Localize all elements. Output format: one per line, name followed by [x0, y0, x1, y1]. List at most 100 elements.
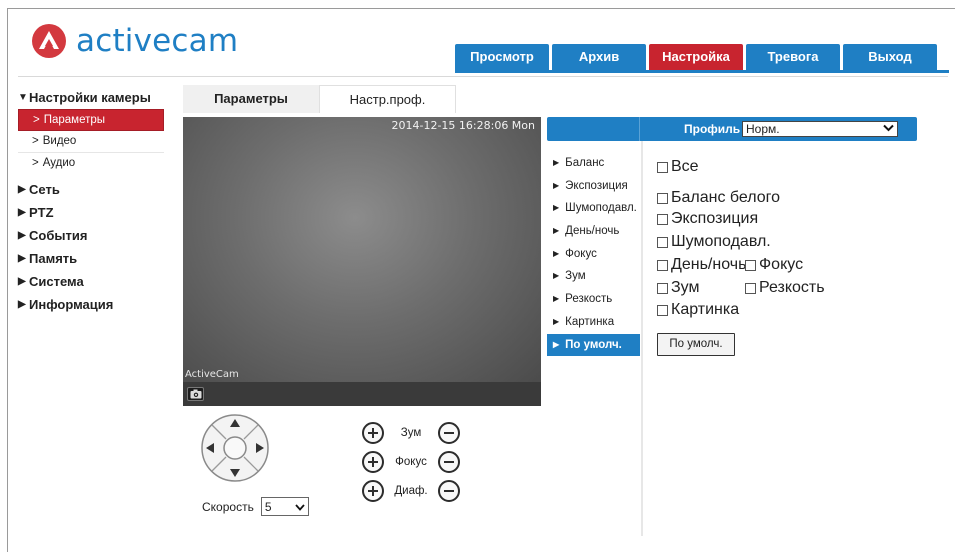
- sidebar-system[interactable]: ▶ Система: [18, 270, 168, 293]
- zoom-minus-button[interactable]: [438, 422, 460, 444]
- focus-row: Фокус: [362, 450, 472, 474]
- sidebar-item-label: Видео: [42, 135, 77, 147]
- caret-right-icon: ▶: [18, 299, 26, 310]
- menu-item-picture[interactable]: ▶ Картинка: [547, 311, 640, 334]
- profile-value: Норм.: [746, 122, 780, 136]
- menu-item-noise[interactable]: ▶ Шумоподавл.: [547, 197, 640, 220]
- bullet-icon: ▶: [553, 248, 560, 258]
- sidebar-group-label: Информация: [29, 297, 114, 312]
- bullet-icon: ▶: [553, 226, 560, 236]
- speed-select[interactable]: 5: [260, 497, 309, 516]
- zoom-plus-button[interactable]: [362, 422, 384, 444]
- checkbox-daynight[interactable]: День/ночь: [657, 256, 746, 274]
- checkbox-sharpness[interactable]: Резкость: [745, 279, 825, 297]
- speed-value: 5: [264, 499, 272, 514]
- checkbox-focus[interactable]: Фокус: [745, 256, 803, 274]
- sidebar-group-label: События: [29, 228, 88, 243]
- activecam-logo-icon: [32, 24, 66, 58]
- checkbox-label: Экспозиция: [671, 210, 759, 227]
- menu-item-label: Шумоподавл.: [565, 202, 637, 215]
- checkbox-noise[interactable]: Шумоподавл.: [657, 233, 771, 251]
- sidebar-storage[interactable]: ▶ Память: [18, 247, 168, 270]
- menu-item-label: День/ночь: [565, 225, 620, 238]
- image-settings-menu: ▶ Баланс ▶ Экспозиция ▶ Шумоподавл. ▶ День/н…: [547, 152, 640, 357]
- lens-controls: Зум Фокус Диаф.: [362, 421, 472, 508]
- checkbox-exposure[interactable]: Экспозиция: [657, 210, 758, 228]
- checkbox-label: Резкость: [759, 279, 825, 296]
- video-timestamp: 2014-12-15 16:28:06 Mon: [391, 119, 535, 132]
- tab-parameters[interactable]: Параметры: [183, 85, 319, 113]
- sidebar-ptz[interactable]: ▶ PTZ: [18, 201, 168, 224]
- menu-item-label: Картинка: [565, 315, 615, 328]
- tab-archive[interactable]: Архив: [552, 44, 646, 70]
- menu-item-daynight[interactable]: ▶ День/ночь: [547, 220, 640, 243]
- checkbox-box[interactable]: [657, 192, 668, 204]
- tab-settings[interactable]: Настройка: [649, 44, 743, 70]
- brand-logo: activecam: [32, 23, 238, 59]
- subtabs: Параметры Настр.проф.: [183, 85, 456, 113]
- menu-item-balance[interactable]: ▶ Баланс: [547, 152, 640, 175]
- menu-item-exposure[interactable]: ▶ Экспозиция: [547, 175, 640, 198]
- sidebar-camera-settings[interactable]: ▼ Настройки камеры: [18, 86, 168, 109]
- sidebar-item-label: Аудио: [42, 157, 76, 169]
- checkbox-box[interactable]: [657, 213, 668, 225]
- tab-profile-settings[interactable]: Настр.проф.: [319, 85, 456, 113]
- menu-item-label: Резкость: [565, 293, 613, 306]
- sidebar-item-video[interactable]: > Видео: [18, 131, 164, 153]
- checkbox-box[interactable]: [657, 304, 668, 316]
- menu-item-focus[interactable]: ▶ Фокус: [547, 243, 640, 266]
- chevron-down-icon: [295, 500, 305, 514]
- checkbox-box[interactable]: [657, 236, 668, 248]
- bullet-icon: ▶: [553, 271, 560, 281]
- checkbox-picture[interactable]: Картинка: [657, 301, 739, 319]
- sidebar-info[interactable]: ▶ Информация: [18, 293, 168, 316]
- brand-name: activecam: [76, 23, 239, 59]
- checkbox-label: Фокус: [759, 256, 804, 273]
- video-watermark: ActiveCam: [185, 369, 239, 380]
- sidebar-group-label: Сеть: [29, 182, 60, 197]
- ptz-control-pad[interactable]: [200, 413, 270, 483]
- tab-logout[interactable]: Выход: [843, 44, 937, 70]
- checkbox-box[interactable]: [745, 282, 756, 294]
- sidebar-network[interactable]: ▶ Сеть: [18, 178, 168, 201]
- bullet-icon: ▶: [553, 203, 560, 213]
- focus-minus-button[interactable]: [438, 451, 460, 473]
- camera-snapshot-icon[interactable]: [187, 387, 204, 401]
- zoom-label: Зум: [400, 427, 422, 439]
- profile-select[interactable]: Норм.: [742, 121, 898, 137]
- image-settings-header: Профиль Норм.: [547, 117, 917, 141]
- sidebar: ▼ Настройки камеры > Параметры > Видео > Ау…: [18, 86, 168, 316]
- sidebar-group-label: Память: [29, 251, 78, 266]
- menu-item-sharpness[interactable]: ▶ Резкость: [547, 288, 640, 311]
- focus-plus-button[interactable]: [362, 451, 384, 473]
- sidebar-item-parameters[interactable]: > Параметры: [18, 109, 164, 131]
- panel-divider: [641, 141, 643, 536]
- bullet-icon: ▶: [553, 180, 560, 190]
- sidebar-camera-settings-label: Настройки камеры: [29, 90, 151, 105]
- checkbox-box[interactable]: [657, 282, 668, 294]
- restore-defaults-button[interactable]: По умолч.: [657, 333, 735, 356]
- caret-down-icon: ▼: [18, 92, 28, 103]
- menu-item-zoom[interactable]: ▶ Зум: [547, 265, 640, 288]
- tab-preview[interactable]: Просмотр: [455, 44, 549, 70]
- checkbox-label: Картинка: [671, 301, 740, 318]
- checkbox-box[interactable]: [657, 259, 668, 271]
- sidebar-events[interactable]: ▶ События: [18, 224, 168, 247]
- menu-item-label: Фокус: [565, 247, 597, 260]
- checkbox-box[interactable]: [657, 161, 668, 173]
- sidebar-item-audio[interactable]: > Аудио: [18, 153, 164, 175]
- chevron-right-icon: >: [32, 135, 39, 147]
- iris-row: Диаф.: [362, 479, 472, 503]
- checkbox-box[interactable]: [745, 259, 756, 271]
- iris-label: Диаф.: [394, 485, 428, 497]
- checkbox-label: Зум: [671, 279, 700, 296]
- checkbox-all[interactable]: Все: [657, 158, 699, 176]
- profile-label: Профиль: [684, 122, 741, 136]
- iris-plus-button[interactable]: [362, 480, 384, 502]
- iris-minus-button[interactable]: [438, 480, 460, 502]
- header-divider: [18, 76, 948, 77]
- checkbox-white-balance[interactable]: Баланс белого: [657, 189, 780, 207]
- tab-alarm[interactable]: Тревога: [746, 44, 840, 70]
- menu-item-defaults[interactable]: ▶ По умолч.: [547, 333, 640, 357]
- checkbox-zoom[interactable]: Зум: [657, 279, 699, 297]
